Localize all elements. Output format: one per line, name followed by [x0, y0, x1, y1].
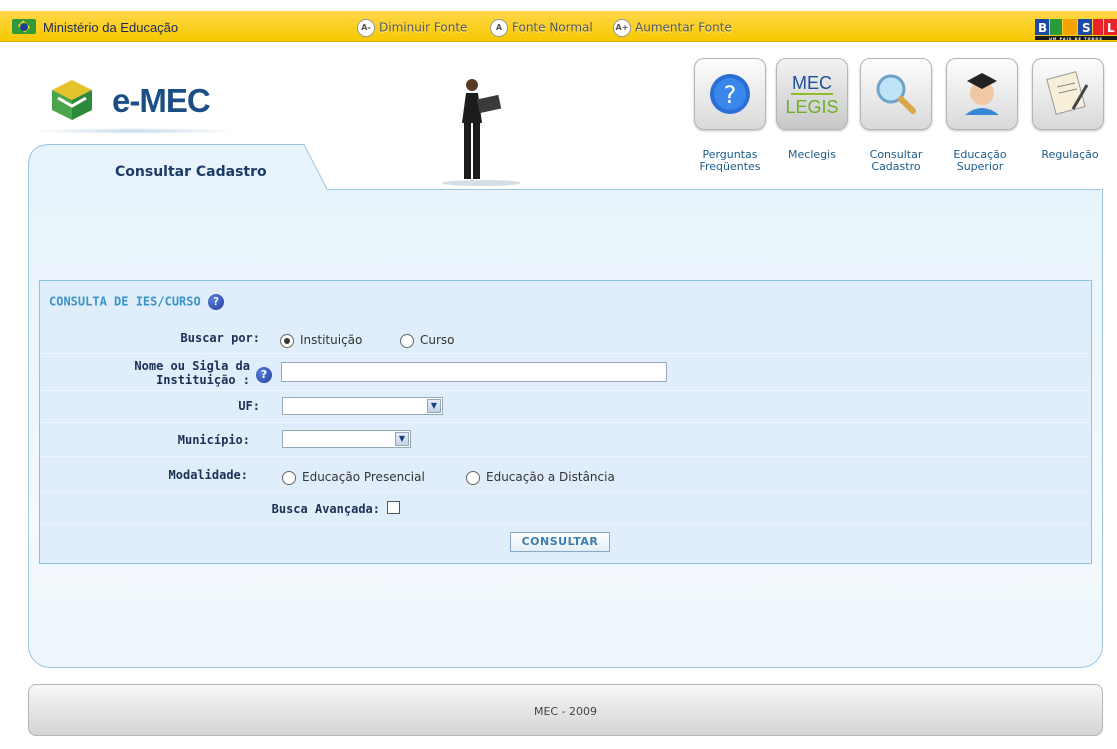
meclegis-label[interactable]: Meclegis — [776, 149, 848, 161]
decrease-font-button[interactable]: A- Diminuir Fonte — [357, 19, 467, 37]
educacao-superior-label[interactable]: Educação Superior — [944, 149, 1016, 173]
uf-label: UF: — [238, 399, 260, 413]
graduate-icon — [965, 73, 999, 115]
svg-text:B: B — [1038, 21, 1048, 35]
emec-logo[interactable]: e-MEC — [30, 70, 240, 140]
svg-text:MEC: MEC — [792, 73, 832, 93]
radio-presencial[interactable]: Educação Presencial — [282, 470, 425, 485]
radio-curso[interactable]: Curso — [400, 333, 455, 348]
radio-distancia-icon — [466, 470, 480, 485]
normal-font-button[interactable]: A Fonte Normal — [490, 19, 593, 37]
radio-presencial-icon — [282, 470, 296, 485]
municipio-select[interactable]: ▼ — [282, 430, 411, 448]
radio-instituicao[interactable]: Instituição — [280, 333, 362, 348]
help-icon[interactable]: ? — [207, 294, 224, 310]
consultar-cadastro-button[interactable] — [860, 58, 932, 130]
footer-text: MEC - 2009 — [533, 705, 598, 718]
brazil-flag-icon — [12, 19, 36, 34]
question-icon: ? — [710, 74, 750, 114]
regulacao-button[interactable] — [1032, 58, 1104, 130]
form-title: CONSULTA DE IES/CURSO ? — [49, 294, 224, 310]
normal-font-label: Fonte Normal — [512, 20, 593, 35]
emec-box-icon — [52, 80, 92, 120]
panel-top-border — [328, 189, 1101, 190]
svg-text:?: ? — [724, 81, 737, 109]
chevron-down-icon: ▼ — [427, 399, 441, 413]
decrease-font-label: Diminuir Fonte — [379, 20, 468, 35]
emec-logo-text: e-MEC — [112, 82, 211, 119]
consultar-cadastro-label[interactable]: Consultar Cadastro — [860, 149, 932, 173]
modalidade-label: Modalidade: — [168, 468, 248, 482]
brasil-logo[interactable]: B S L UM PAÍS DE TODOS — [1035, 19, 1117, 41]
normal-font-icon: A — [490, 19, 508, 37]
uf-select[interactable]: ▼ — [282, 397, 443, 415]
decrease-font-icon: A- — [357, 19, 375, 37]
ministry-link[interactable]: Ministério da Educação — [43, 20, 178, 35]
faq-label[interactable]: Perguntas Freqüentes — [688, 149, 772, 173]
radio-curso-icon — [400, 333, 414, 348]
nome-help-icon[interactable]: ? — [256, 367, 272, 383]
radio-distancia[interactable]: Educação a Distância — [466, 470, 615, 485]
footer: MEC - 2009 — [28, 684, 1103, 736]
increase-font-button[interactable]: A+ Aumentar Fonte — [613, 19, 732, 37]
regulacao-label[interactable]: Regulação — [1034, 149, 1106, 161]
educacao-superior-button[interactable] — [946, 58, 1018, 130]
magnifier-icon — [876, 74, 916, 114]
meclegis-button[interactable]: MEC LEGIS — [776, 58, 848, 130]
meclegis-icon: MEC LEGIS — [785, 73, 838, 117]
document-icon — [1046, 71, 1089, 115]
svg-text:LEGIS: LEGIS — [785, 97, 838, 117]
logo-swoosh — [30, 128, 240, 134]
municipio-label: Município: — [177, 433, 250, 447]
nome-sigla-input[interactable] — [281, 362, 667, 382]
radio-instituicao-icon — [280, 333, 294, 348]
svg-text:S: S — [1082, 21, 1092, 35]
consultar-button[interactable]: CONSULTAR — [510, 532, 610, 552]
brasil-logo-icon: B S L UM PAÍS DE TODOS — [1035, 19, 1117, 41]
busca-avancada-checkbox[interactable] — [387, 501, 400, 514]
increase-font-label: Aumentar Fonte — [635, 20, 732, 35]
woman-with-laptop-image — [442, 79, 520, 186]
chevron-down-icon: ▼ — [395, 432, 409, 446]
nome-sigla-label: Nome ou Sigla da Instituição : — [134, 359, 250, 387]
government-bar: Ministério da Educação A- Diminuir Fonte … — [0, 11, 1117, 42]
svg-text:L: L — [1107, 21, 1116, 35]
busca-avancada-label: Busca Avançada: — [271, 502, 380, 516]
form-row — [40, 493, 1089, 524]
brasil-tagline: UM PAÍS DE TODOS — [1049, 36, 1103, 41]
tab-title: Consultar Cadastro — [115, 164, 267, 180]
buscar-por-label: Buscar por: — [180, 331, 260, 345]
increase-font-icon: A+ — [613, 19, 631, 37]
faq-button[interactable]: ? — [694, 58, 766, 130]
